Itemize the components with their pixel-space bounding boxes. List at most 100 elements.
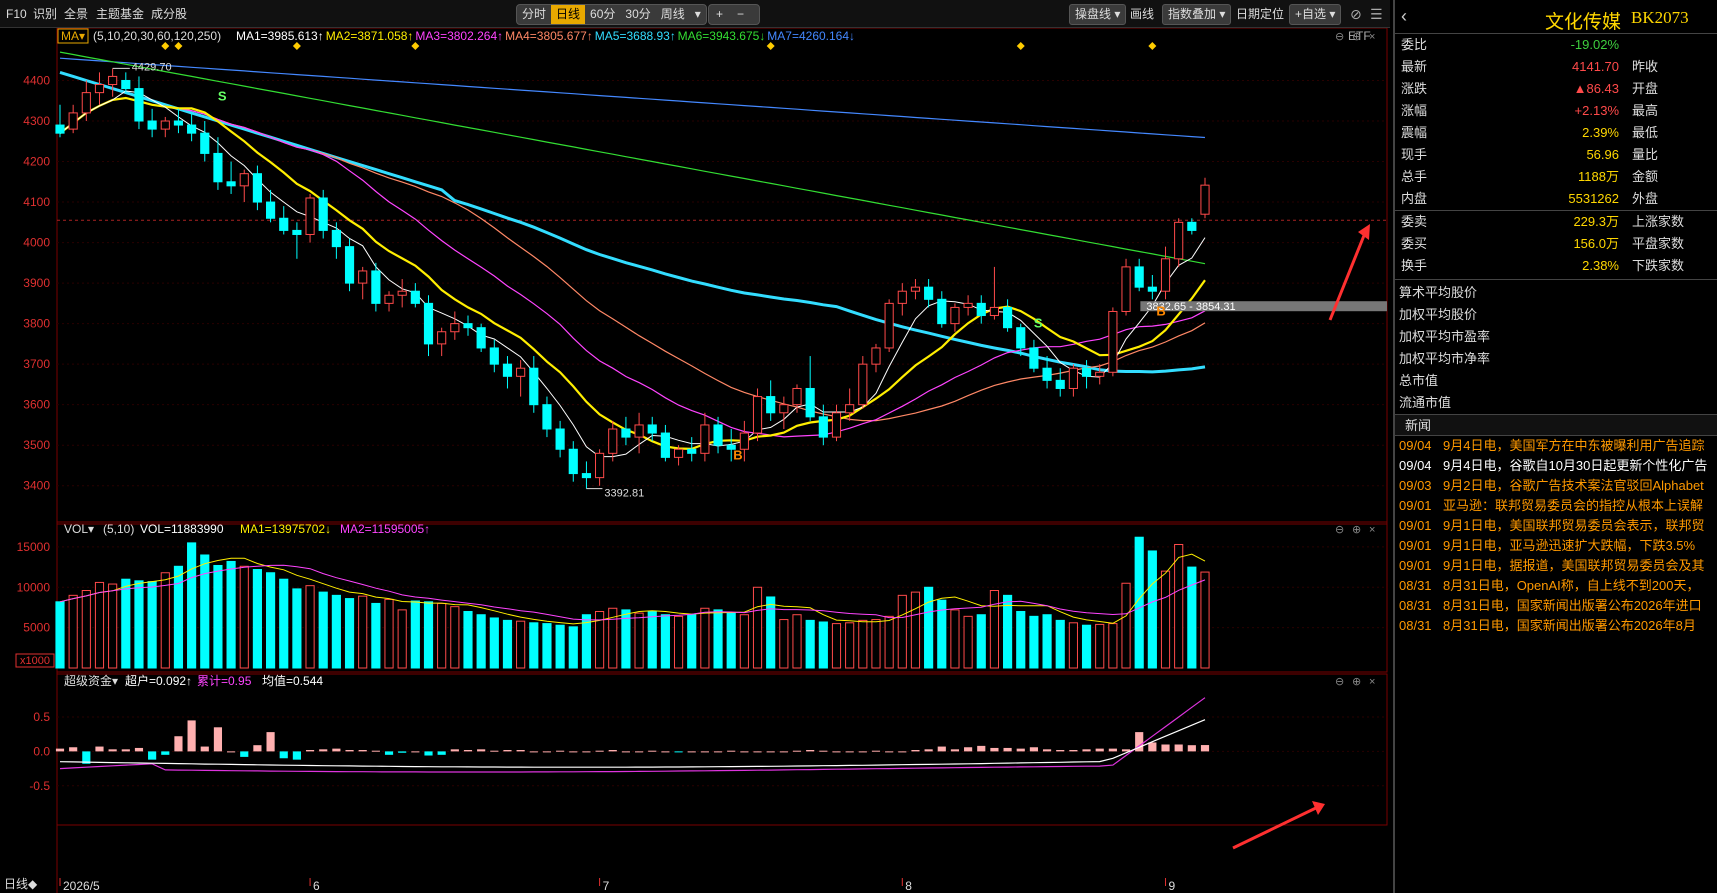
news-item[interactable]: 08/31 8月31日电，国家新闻出版署公布2026年8月 bbox=[1395, 616, 1717, 636]
settings-icon[interactable]: ⊘ bbox=[1350, 5, 1362, 24]
news-item[interactable]: 09/04 9月4日电，美国军方在中东被曝利用广告追踪 bbox=[1395, 436, 1717, 456]
period-weekly[interactable]: 周线 bbox=[656, 5, 690, 24]
quote-row: 换手 2.38% 下跌家数 bbox=[1395, 255, 1717, 277]
volume-bar bbox=[1187, 566, 1197, 669]
trading-line-button[interactable]: 操盘线 ▾ bbox=[1069, 4, 1127, 25]
panorama-button[interactable]: 全景 bbox=[64, 5, 88, 24]
volume-bar bbox=[358, 595, 368, 669]
volume-bar bbox=[555, 624, 565, 669]
theme-fund-button[interactable]: 主题基金 bbox=[96, 5, 144, 24]
fund-bar bbox=[898, 751, 907, 753]
volume-bar bbox=[884, 615, 894, 669]
volume-bar bbox=[121, 578, 131, 669]
fund-bar bbox=[332, 748, 341, 752]
fund-bar bbox=[977, 745, 986, 752]
date-locate-button[interactable]: 日期定位 bbox=[1236, 5, 1284, 24]
y-tick-label: 3400 bbox=[23, 479, 50, 493]
quote-table: 委比 -19.02% 最新 4141.70 昨收 涨跌 ▲86.43 开盘 涨幅 +2.13% 最高… bbox=[1395, 34, 1717, 277]
index-overlay-button[interactable]: 指数叠加 ▾ bbox=[1162, 4, 1232, 25]
period-label: 日线◆ bbox=[4, 877, 38, 891]
news-item[interactable]: 08/31 8月31日电，OpenAI称，自上线不到200天， bbox=[1395, 576, 1717, 596]
panel-control-icon: ⊖ bbox=[1335, 31, 1344, 43]
candle-body bbox=[55, 124, 65, 134]
chart-area[interactable]: 3400 3500 3600 3700 3800 3900 4000 4100 4200 4300… bbox=[0, 28, 1390, 893]
volume-bar bbox=[410, 600, 420, 669]
news-item[interactable]: 09/01 亚马逊：联邦贸易委员会的指控从根本上误解 bbox=[1395, 496, 1717, 516]
detail-list: 算术平均股价 加权平均股价 加权平均市盈率 加权平均市净率 总市值 流通市值 bbox=[1395, 279, 1717, 414]
candle-body bbox=[634, 424, 644, 438]
news-item[interactable]: 08/31 8月31日电，国家新闻出版署公布2026年进口 bbox=[1395, 596, 1717, 616]
volume-bar bbox=[81, 590, 91, 669]
identify-button[interactable]: 识别 bbox=[33, 5, 57, 24]
news-date: 09/04 bbox=[1399, 438, 1432, 453]
candle-body bbox=[831, 412, 842, 438]
fund-bar bbox=[213, 727, 223, 752]
candle-body bbox=[1055, 379, 1065, 389]
ma-legend-item: MA3=3802.264↑ bbox=[415, 29, 503, 43]
volume-bar bbox=[713, 609, 723, 669]
fund-bar bbox=[1187, 745, 1196, 752]
news-header[interactable]: 新闻 bbox=[1395, 414, 1717, 436]
candle-body bbox=[450, 323, 460, 333]
period-intraday[interactable]: 分时 bbox=[517, 5, 551, 24]
quote-header: ‹ 文化传媒 BK2073 bbox=[1395, 0, 1717, 34]
news-date: 09/01 bbox=[1399, 538, 1432, 553]
detail-item: 加权平均股价 bbox=[1399, 307, 1478, 322]
panel-control-icon: ⊕ bbox=[1352, 524, 1361, 536]
period-daily[interactable]: 日线 bbox=[551, 5, 586, 24]
period-60min[interactable]: 60分 bbox=[585, 5, 620, 24]
panel-control-icon: × bbox=[1369, 31, 1375, 43]
zoom-out-button[interactable]: − bbox=[730, 5, 751, 24]
detail-item: 算术平均股价 bbox=[1399, 285, 1478, 300]
quote-row: 现手 56.96 量比 bbox=[1395, 144, 1717, 166]
back-icon[interactable]: ‹ bbox=[1401, 6, 1407, 27]
ma-legend-item: MA6=3943.675↓ bbox=[678, 29, 766, 43]
news-item[interactable]: 09/01 9月1日电，据报道，美国联邦贸易委员会及其 bbox=[1395, 556, 1717, 576]
sell-marker: S bbox=[218, 89, 227, 104]
y-tick-label: 3600 bbox=[23, 398, 50, 412]
volume-bar bbox=[858, 619, 868, 669]
toolbar: F10 识别 全景 主题基金 成分股 分时 日线 60分 30分 周线 ▾ + − 操盘线 … bbox=[0, 0, 1390, 28]
volume-bar bbox=[779, 619, 789, 669]
f10-button[interactable]: F10 bbox=[6, 5, 27, 24]
fund-bar bbox=[832, 751, 841, 753]
news-item[interactable]: 09/03 9月2日电，谷歌广告技术案法官驳回Alphabet bbox=[1395, 476, 1717, 496]
candle-body bbox=[305, 197, 315, 235]
volume-bar bbox=[542, 623, 552, 669]
fund-bar bbox=[253, 745, 262, 752]
volume-bar bbox=[568, 626, 578, 669]
menu-icon[interactable]: ☰ bbox=[1370, 5, 1383, 24]
draw-line-button[interactable]: 画线 bbox=[1130, 5, 1154, 24]
candle-body bbox=[1081, 367, 1092, 377]
news-item[interactable]: 09/04 9月4日电，谷歌自10月30日起更新个性化广告 bbox=[1395, 456, 1717, 476]
candle-body bbox=[279, 217, 289, 231]
candle-body bbox=[397, 290, 407, 296]
y-tick-label: 4100 bbox=[23, 195, 50, 209]
add-watchlist-button[interactable]: +自选 ▾ bbox=[1289, 4, 1342, 25]
fund-bar bbox=[582, 751, 591, 753]
quote-label: 委买 bbox=[1401, 236, 1428, 251]
candle-body bbox=[252, 173, 262, 203]
constituents-button[interactable]: 成分股 bbox=[151, 5, 187, 24]
candle-body bbox=[858, 363, 868, 406]
fund-bar bbox=[503, 750, 512, 752]
candle-body bbox=[384, 294, 394, 304]
candle-body bbox=[173, 120, 184, 126]
candle-body bbox=[976, 302, 986, 317]
volume-bar bbox=[1121, 582, 1131, 669]
fund-bar bbox=[1029, 747, 1038, 752]
volume-bar bbox=[766, 596, 776, 669]
y-tick-label: 3800 bbox=[23, 317, 50, 331]
quote-label-right: 开盘 bbox=[1632, 81, 1659, 96]
chart-background bbox=[0, 28, 1390, 893]
fund-bar bbox=[187, 720, 196, 752]
period-30min[interactable]: 30分 bbox=[620, 5, 655, 24]
detail-item: 加权平均市盈率 bbox=[1399, 329, 1491, 344]
news-item[interactable]: 09/01 9月1日电，亚马逊迅速扩大跌幅，下跌3.5% bbox=[1395, 536, 1717, 556]
quote-row: 总手 1188万 金额 bbox=[1395, 166, 1717, 188]
quote-label-right: 昨收 bbox=[1632, 59, 1659, 74]
period-dropdown-icon[interactable]: ▾ bbox=[690, 5, 706, 24]
kline-chart[interactable]: 3400 3500 3600 3700 3800 3900 4000 4100 4200 4300… bbox=[0, 28, 1390, 893]
zoom-in-button[interactable]: + bbox=[709, 5, 730, 24]
news-item[interactable]: 09/01 9月1日电，美国联邦贸易委员会表示，联邦贸 bbox=[1395, 516, 1717, 536]
